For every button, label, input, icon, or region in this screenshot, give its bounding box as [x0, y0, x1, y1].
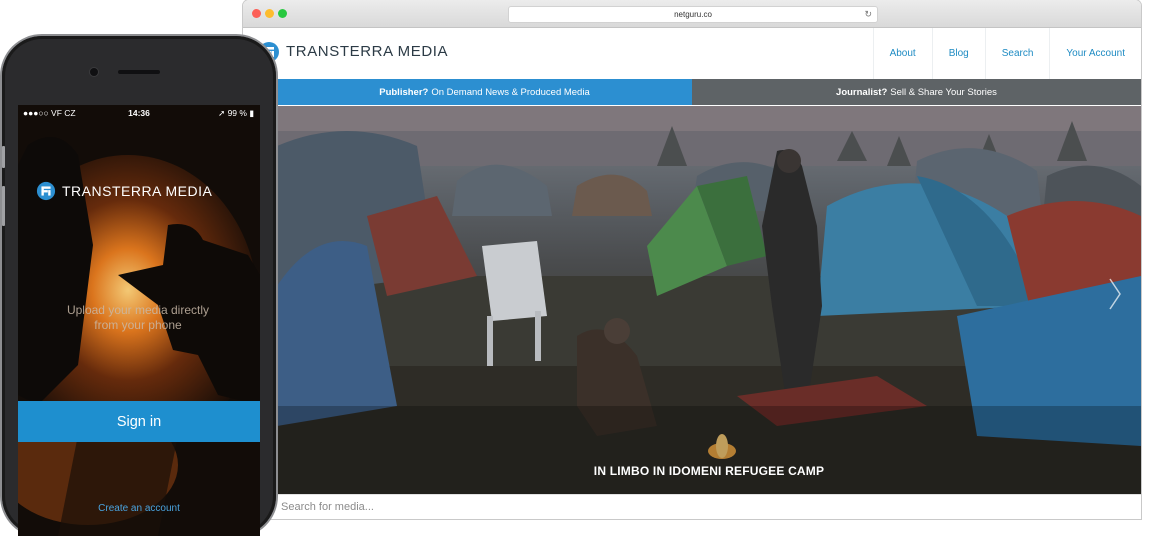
carousel-next-icon[interactable]	[1107, 276, 1123, 312]
refugee-camp-photo	[277, 106, 1141, 494]
zoom-window-button[interactable]	[278, 9, 287, 18]
main-nav: About Blog Search Your Account	[872, 28, 1141, 79]
url-text: netguru.co	[674, 10, 712, 19]
journalist-banner-bold: Journalist?	[836, 86, 888, 98]
site-header: TRANSTERRA MEDIA About Blog Search Your …	[243, 28, 1141, 79]
journalist-banner[interactable]: Journalist? Sell & Share Your Stories	[692, 79, 1141, 105]
browser-window: netguru.co ↻ TRANSTERRA MEDIA About Blog…	[243, 0, 1141, 519]
create-account-link[interactable]: Create an account	[18, 503, 260, 514]
media-search-input[interactable]	[277, 495, 885, 519]
phone-device: ●●●○○ VF CZ 14:36 ➚ 99 % ▮ TRANSTERRA ME…	[2, 36, 276, 536]
address-bar[interactable]: netguru.co ↻	[508, 6, 878, 23]
front-camera-icon	[90, 68, 98, 76]
minimize-window-button[interactable]	[265, 9, 274, 18]
phone-mute-switch	[2, 146, 5, 168]
publisher-banner[interactable]: Publisher? On Demand News & Produced Med…	[277, 79, 692, 105]
location-arrow-icon: ➚	[218, 108, 226, 118]
journalist-banner-text: Sell & Share Your Stories	[890, 86, 997, 98]
media-search-bar	[277, 494, 1141, 519]
publisher-banner-bold: Publisher?	[379, 86, 429, 98]
app-logo: TRANSTERRA MEDIA	[36, 181, 212, 201]
publisher-banner-text: On Demand News & Produced Media	[431, 86, 590, 98]
status-bar: ●●●○○ VF CZ 14:36 ➚ 99 % ▮	[18, 105, 260, 121]
battery-label: ➚ 99 % ▮	[218, 108, 254, 119]
hero-caption[interactable]: IN LIMBO IN IDOMENI REFUGEE CAMP	[277, 464, 1141, 478]
nav-search[interactable]: Search	[984, 28, 1050, 79]
phone-screen: ●●●○○ VF CZ 14:36 ➚ 99 % ▮ TRANSTERRA ME…	[18, 105, 260, 536]
app-brand-text: TRANSTERRA MEDIA	[62, 183, 213, 199]
app-tagline: Upload your media directly from your pho…	[66, 303, 210, 332]
browser-titlebar: netguru.co ↻	[243, 0, 1141, 28]
nav-your-account[interactable]: Your Account	[1049, 28, 1141, 79]
close-window-button[interactable]	[252, 9, 261, 18]
site-logo-text[interactable]: TRANSTERRA MEDIA	[286, 43, 448, 60]
earpiece-speaker	[118, 70, 160, 74]
sign-in-button[interactable]: Sign in	[18, 401, 260, 442]
hero-slide[interactable]: IN LIMBO IN IDOMENI REFUGEE CAMP	[277, 106, 1141, 494]
nav-blog[interactable]: Blog	[931, 28, 985, 79]
phone-volume-up	[2, 186, 5, 226]
battery-icon: ▮	[249, 108, 254, 118]
transterra-logo-icon	[36, 181, 56, 201]
reload-icon[interactable]: ↻	[864, 7, 872, 22]
nav-about[interactable]: About	[872, 28, 932, 79]
battery-percent: 99 %	[227, 108, 247, 118]
